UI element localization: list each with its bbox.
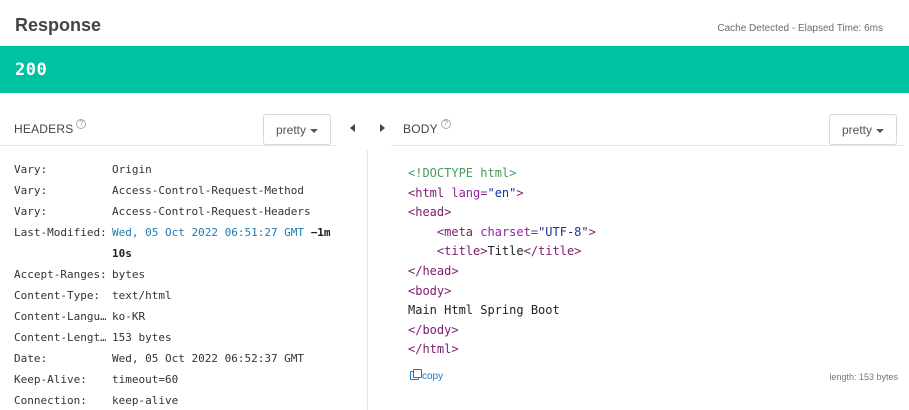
body-length: length: 153 bytes bbox=[829, 372, 898, 382]
body-format-label: pretty bbox=[842, 123, 873, 137]
header-row: Vary: Access-Control-Request-Headers bbox=[14, 202, 354, 223]
code-doctype: <!DOCTYPE html> bbox=[408, 166, 517, 180]
body-panel-header: BODY? pretty bbox=[391, 112, 904, 146]
header-name: Vary: bbox=[14, 184, 48, 197]
last-modified-ago: −1m bbox=[310, 226, 331, 239]
header-name: Date: bbox=[14, 352, 48, 365]
body-format-dropdown[interactable]: pretty bbox=[829, 114, 897, 145]
header-row: Last-Modified: Wed, 05 Oct 2022 06:51:27… bbox=[14, 223, 354, 265]
copy-button[interactable]: copy bbox=[410, 369, 444, 382]
headers-format-dropdown[interactable]: pretty bbox=[263, 114, 331, 145]
status-code: 200 bbox=[15, 60, 48, 80]
header-value: Access-Control-Request-Method bbox=[112, 184, 305, 197]
code-tag: > bbox=[588, 224, 596, 239]
header-value: Access-Control-Request-Headers bbox=[112, 205, 311, 218]
header-row: Connection: keep-alive bbox=[14, 391, 354, 410]
headers-panel-header: HEADERS? pretty bbox=[0, 112, 336, 146]
code-tag: </html> bbox=[408, 342, 459, 357]
header-value: Wed, 05 Oct 2022 06:52:37 GMT bbox=[112, 352, 305, 365]
header-value: bytes bbox=[112, 268, 146, 281]
header-name: Content-Langu… bbox=[14, 310, 106, 323]
code-tag: </body> bbox=[408, 322, 459, 337]
header-value: 153 bytes bbox=[112, 331, 172, 344]
header-row: Content-Type: text/html bbox=[14, 286, 354, 307]
header-row: Vary: Access-Control-Request-Method bbox=[14, 181, 354, 202]
copy-icon bbox=[410, 369, 422, 380]
header-name: Vary: bbox=[14, 163, 48, 176]
header-name: Content-Type: bbox=[14, 289, 101, 302]
headers-format-label: pretty bbox=[276, 123, 307, 137]
body-title-text: BODY bbox=[403, 122, 438, 136]
code-tag: <head> bbox=[408, 205, 452, 220]
question-circle-icon[interactable]: ? bbox=[76, 119, 87, 129]
header-value: timeout=60 bbox=[112, 373, 179, 386]
header-value: keep-alive bbox=[112, 394, 179, 407]
headers-title: HEADERS? bbox=[14, 119, 87, 136]
panel-divider bbox=[367, 150, 368, 410]
header-name: Accept-Ranges: bbox=[14, 268, 106, 281]
response-body-code: <!DOCTYPE html> <html lang="en"> <head> … bbox=[408, 164, 596, 360]
caret-left-icon[interactable] bbox=[350, 124, 355, 132]
header-row: Keep-Alive: timeout=60 bbox=[14, 370, 354, 391]
caret-down-icon bbox=[876, 129, 884, 133]
headers-title-text: HEADERS bbox=[14, 122, 74, 136]
header-name: Content-Lengt… bbox=[14, 331, 106, 344]
caret-down-icon bbox=[310, 129, 318, 133]
code-tag: > bbox=[516, 185, 524, 200]
question-circle-icon[interactable]: ? bbox=[440, 119, 451, 129]
response-title: Response bbox=[15, 15, 102, 35]
header-row: Content-Langu… ko-KR bbox=[14, 307, 354, 328]
header-name: Keep-Alive: bbox=[14, 373, 87, 386]
last-modified-ago-seconds: 10s bbox=[112, 247, 132, 260]
code-text: Main Html Spring Boot bbox=[408, 303, 560, 318]
code-attr: charset= bbox=[480, 224, 539, 239]
copy-label: copy bbox=[422, 371, 444, 382]
header-value: Wed, 05 Oct 2022 06:51:27 GMT −1m bbox=[112, 226, 331, 239]
header-value: Origin bbox=[112, 163, 152, 176]
header-name: Vary: bbox=[14, 205, 48, 218]
code-tag: </title> bbox=[523, 244, 582, 259]
code-tag: <meta bbox=[436, 224, 474, 239]
code-tag: </head> bbox=[408, 263, 459, 278]
headers-list: Vary: Origin Vary: Access-Control-Request-… bbox=[14, 160, 354, 410]
header-row: Date: Wed, 05 Oct 2022 06:52:37 GMT bbox=[14, 349, 354, 370]
code-text: Title bbox=[487, 244, 524, 259]
status-bar: 200 bbox=[0, 46, 909, 93]
header-name: Connection: bbox=[14, 394, 87, 407]
header-row: Accept-Ranges: bytes bbox=[14, 265, 354, 286]
header-value: ko-KR bbox=[112, 310, 146, 323]
header-row: Content-Lengt… 153 bytes bbox=[14, 328, 354, 349]
code-tag: <title> bbox=[436, 244, 488, 259]
last-modified-date: Wed, 05 Oct 2022 06:51:27 GMT bbox=[112, 226, 305, 239]
cache-info: Cache Detected - Elapsed Time: 6ms bbox=[717, 23, 883, 34]
code-string: "UTF-8" bbox=[538, 224, 589, 239]
code-tag: <html bbox=[408, 185, 445, 200]
header-value: text/html bbox=[112, 289, 172, 302]
header-row: Vary: Origin bbox=[14, 160, 354, 181]
code-attr: lang= bbox=[451, 185, 488, 200]
code-string: "en" bbox=[487, 185, 517, 200]
response-header: Response Cache Detected - Elapsed Time: … bbox=[0, 0, 909, 46]
header-name: Last-Modified: bbox=[14, 226, 106, 239]
code-tag: <body> bbox=[408, 283, 452, 298]
caret-right-icon[interactable] bbox=[380, 124, 385, 132]
body-title: BODY? bbox=[403, 119, 451, 136]
